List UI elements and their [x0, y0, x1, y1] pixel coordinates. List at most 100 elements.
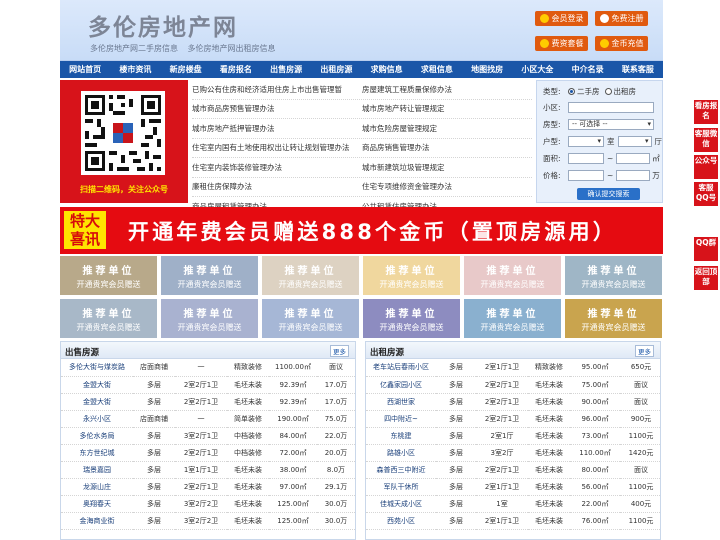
nav-map[interactable]: 地图找房	[462, 61, 512, 78]
recommended-unit-slot[interactable]: 推荐单位 开通贵宾会员赠送	[565, 256, 662, 295]
policy-link[interactable]: 城市新建筑垃圾管理规定	[362, 162, 532, 173]
listing-row[interactable]: 佳城天成小区 多层 1室 毛坯未装 22.00㎡ 400元	[366, 495, 660, 513]
float-service-wechat[interactable]: 客服微信	[694, 128, 718, 152]
listing-community[interactable]: 东方世纪城	[61, 444, 133, 462]
sale-more-link[interactable]: 更多	[330, 345, 349, 357]
policy-link[interactable]: 城市危险房屋管理规定	[362, 123, 532, 134]
nav-home[interactable]: 网站首页	[60, 61, 110, 78]
listing-row[interactable]: 奥翔春天 多层 3室2厅2卫 毛坯未装 125.00㎡ 30.0万	[61, 495, 355, 513]
sublink-rent[interactable]: 多伦房地产网出租房信息	[188, 44, 276, 53]
recommended-unit-slot[interactable]: 推荐单位 开通贵宾会员赠送	[565, 299, 662, 338]
paid-package-button[interactable]: 费资套餐	[535, 36, 588, 51]
listing-row[interactable]: 老车站后春雨小区 多层 2室1厅1卫 精致装修 95.00㎡ 650元	[366, 359, 660, 377]
float-qq-group[interactable]: QQ群	[694, 237, 718, 261]
listing-community[interactable]: 西苑小区	[366, 512, 436, 530]
policy-link[interactable]: 房屋建筑工程质量保修办法	[362, 84, 532, 95]
listing-row[interactable]: 路雄小区 多层 3室2厅 毛坯未装 110.00㎡ 1420元	[366, 444, 660, 462]
free-register-button[interactable]: 免费注册	[595, 11, 648, 26]
radio-sale[interactable]	[568, 88, 575, 95]
nav-wanted-rent[interactable]: 求租信息	[412, 61, 462, 78]
recommended-unit-slot[interactable]: 推荐单位 开通贵宾会员赠送	[363, 299, 460, 338]
area-min-input[interactable]	[568, 153, 604, 164]
gold-recharge-button[interactable]: 金币充值	[595, 36, 648, 51]
policy-link[interactable]: 住宅室内国有土地使用权出让转让规划管理办法	[192, 142, 362, 153]
listing-community[interactable]: 军队干休所	[366, 478, 436, 496]
listing-community[interactable]: 亿鑫家园小区	[366, 376, 436, 394]
nav-communities[interactable]: 小区大全	[512, 61, 562, 78]
listing-community[interactable]: 路雄小区	[366, 444, 436, 462]
listing-community[interactable]: 东桃建	[366, 427, 436, 445]
rent-more-link[interactable]: 更多	[635, 345, 654, 357]
listing-row[interactable]: 东桃建 多层 2室1厅 毛坯未装 73.00㎡ 1100元	[366, 427, 660, 445]
site-logo[interactable]: 多伦房地产网	[88, 8, 238, 42]
nav-wanted-buy[interactable]: 求购信息	[362, 61, 412, 78]
recommended-unit-slot[interactable]: 推荐单位 开通贵宾会员赠送	[464, 299, 561, 338]
hall-select[interactable]: ▾	[617, 136, 652, 147]
listing-row[interactable]: 金盟大街 多层 2室2厅1卫 毛坯未装 92.39㎡ 17.0万	[61, 376, 355, 394]
listing-community[interactable]: 森普西三中附近	[366, 461, 436, 479]
listing-row[interactable]: 金盟大街 多层 2室2厅1卫 毛坯未装 92.39㎡ 17.0万	[61, 393, 355, 411]
listing-row[interactable]: 永兴小区 店面商铺一简单装修 190.00㎡ 75.0万	[61, 410, 355, 428]
listing-community[interactable]: 金海商业街	[61, 512, 133, 530]
recommended-unit-slot[interactable]: 推荐单位 开通贵宾会员赠送	[60, 256, 157, 295]
nav-rent[interactable]: 出租房源	[311, 61, 361, 78]
listing-row[interactable]: 瑞景嘉园 多层 1室1厅1卫 毛坯未装 38.00㎡ 8.0万	[61, 461, 355, 479]
nav-viewing-signup[interactable]: 看房报名	[211, 61, 261, 78]
policy-link[interactable]: 城市房地产抵押管理办法	[192, 123, 362, 134]
listing-community[interactable]: 佳城天成小区	[366, 495, 436, 513]
price-max-input[interactable]	[616, 170, 651, 181]
policy-link[interactable]: 住宅专项维修资金管理办法	[362, 181, 532, 192]
area-max-input[interactable]	[616, 153, 651, 164]
nav-agents[interactable]: 中介名录	[563, 61, 613, 78]
listing-row[interactable]: 亿鑫家园小区 多层 2室2厅1卫 毛坯未装 75.00㎡ 面议	[366, 376, 660, 394]
recommended-unit-slot[interactable]: 推荐单位 开通贵宾会员赠送	[161, 256, 258, 295]
search-submit-button[interactable]: 确认提交搜索	[577, 188, 640, 200]
listing-row[interactable]: 西湖世家 多层 2室2厅1卫 毛坯未装 90.00㎡ 面议	[366, 393, 660, 411]
policy-link[interactable]: 城市房地产转让管理规定	[362, 103, 532, 114]
listing-community[interactable]: 瑞景嘉园	[61, 461, 133, 479]
listing-community[interactable]: 多伦水务局	[61, 427, 133, 445]
listing-row[interactable]: 多伦水务局 多层 3室2厅1卫 中档装修 84.00㎡ 22.0万	[61, 427, 355, 445]
recommended-unit-slot[interactable]: 推荐单位 开通贵宾会员赠送	[464, 256, 561, 295]
room-select[interactable]: ▾	[568, 136, 604, 147]
price-min-input[interactable]	[568, 170, 604, 181]
listing-community[interactable]: 金盟大街	[61, 393, 133, 411]
recommended-unit-slot[interactable]: 推荐单位 开通贵宾会员赠送	[262, 299, 359, 338]
listing-community[interactable]: 西湖世家	[366, 393, 436, 411]
listing-community[interactable]: 奥翔春天	[61, 495, 133, 513]
nav-new-homes[interactable]: 新房楼盘	[161, 61, 211, 78]
listing-community[interactable]: 永兴小区	[61, 410, 133, 428]
listing-community[interactable]: 龙源山庄	[61, 478, 133, 496]
float-official-account[interactable]: 公众号	[694, 155, 718, 179]
policy-link[interactable]: 廉租住房保障办法	[192, 181, 362, 192]
policy-link[interactable]: 住宅室内装饰装修管理办法	[192, 162, 362, 173]
recommended-unit-slot[interactable]: 推荐单位 开通贵宾会员赠送	[363, 256, 460, 295]
listing-community[interactable]: 四中附近~	[366, 410, 436, 428]
listing-row[interactable]: 军队干休所 多层 2室1厅1卫 毛坯未装 56.00㎡ 1100元	[366, 478, 660, 496]
listing-row[interactable]: 龙源山庄 多层 2室2厅1卫 毛坯未装 97.00㎡ 29.1万	[61, 478, 355, 496]
policy-link[interactable]: 城市商品房预售管理办法	[192, 103, 362, 114]
float-service-qq[interactable]: 客服QQ号	[694, 182, 718, 206]
listing-row[interactable]: 西苑小区 多层 2室1厅1卫 毛坯未装 76.00㎡ 1100元	[366, 512, 660, 530]
recommended-unit-slot[interactable]: 推荐单位 开通贵宾会员赠送	[161, 299, 258, 338]
float-back-to-top[interactable]: 返回顶部	[694, 266, 718, 290]
member-login-button[interactable]: 会员登录	[535, 11, 588, 26]
radio-rent[interactable]	[604, 88, 612, 95]
listing-community[interactable]: 多伦大街与煤炭路	[61, 359, 133, 377]
nav-contact[interactable]: 联系客服	[613, 61, 663, 78]
community-input[interactable]	[568, 102, 654, 113]
listing-row[interactable]: 金海商业街 多层 3室2厅2卫 毛坯未装 125.00㎡ 30.0万	[61, 512, 355, 530]
listing-community[interactable]: 金盟大街	[61, 376, 133, 394]
recommended-unit-slot[interactable]: 推荐单位 开通贵宾会员赠送	[60, 299, 157, 338]
listing-row[interactable]: 四中附近~ 多层 2室2厅1卫 毛坯未装 96.00㎡ 900元	[366, 410, 660, 428]
policy-link[interactable]: 商品房销售管理办法	[362, 142, 532, 153]
policy-link[interactable]: 已购公有住房和经济适用住房上市出售管理暂	[192, 84, 362, 95]
housetype-select[interactable]: -- 可选择 -- ▾	[568, 119, 654, 130]
nav-news[interactable]: 楼市资讯	[110, 61, 160, 78]
float-viewing-signup[interactable]: 看房报名	[694, 100, 718, 124]
nav-sale[interactable]: 出售房源	[261, 61, 311, 78]
sublink-sale[interactable]: 多伦房地产网二手房信息	[90, 44, 178, 53]
promo-banner[interactable]: 特大 喜讯 开通年费会员赠送888个金币（置顶房源用）	[60, 207, 663, 254]
listing-row[interactable]: 森普西三中附近 多层 2室2厅1卫 毛坯未装 80.00㎡ 面议	[366, 461, 660, 479]
listing-community[interactable]: 老车站后春雨小区	[366, 359, 436, 377]
